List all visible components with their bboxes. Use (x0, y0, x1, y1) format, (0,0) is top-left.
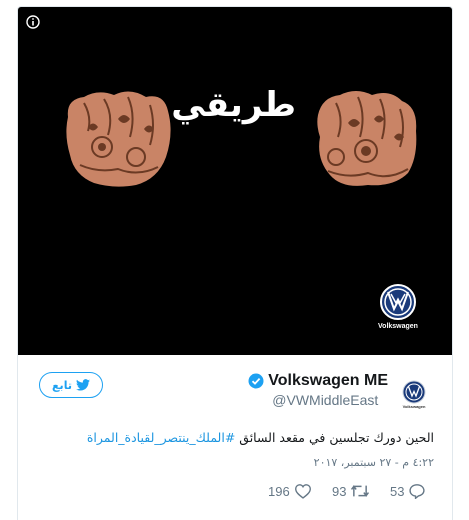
heart-icon (294, 484, 311, 499)
media-headline: طريقي (171, 85, 296, 125)
like-button[interactable]: 196 (268, 483, 312, 499)
tweet-timestamp[interactable]: ٤:٢٢ م - ٢٧ سبتمبر، ٢٠١٧ (314, 456, 434, 469)
media-brand-text: Volkswagen (378, 323, 418, 330)
reply-button[interactable]: 53 (390, 483, 426, 499)
follow-button-label: تابع (52, 378, 72, 392)
tweet-text: الحين دورك تجلسين في مقعد السائق #الملك_… (34, 430, 434, 445)
tweet-actions: 196 93 53 (18, 483, 452, 507)
follow-button[interactable]: تابع (39, 372, 103, 398)
tweet-body: تابع Volkswagen ME @VWMiddleEast Volkswa… (18, 355, 452, 520)
embedded-tweet-card: طريقي Volkswagen تابع Volkswagen ME @VWM… (17, 6, 453, 520)
media-artwork (66, 91, 417, 320)
verified-badge-icon (248, 373, 264, 389)
retweet-button[interactable]: 93 (332, 483, 370, 499)
left-henna-fist (66, 91, 171, 187)
like-count: 196 (268, 483, 290, 499)
reply-icon (409, 484, 426, 499)
avatar[interactable] (402, 380, 426, 404)
author-display-name[interactable]: Volkswagen ME (268, 372, 388, 390)
retweet-icon (351, 485, 370, 497)
volkswagen-logo-icon (380, 284, 416, 320)
right-henna-fist (317, 91, 417, 186)
author-handle[interactable]: @VWMiddleEast (272, 392, 378, 408)
tweet-media-image[interactable]: طريقي Volkswagen (18, 7, 452, 355)
tweet-author[interactable]: Volkswagen ME @VWMiddleEast (248, 372, 388, 408)
info-icon[interactable] (26, 15, 40, 29)
tweet-text-plain: الحين دورك تجلسين في مقعد السائق (235, 430, 434, 445)
reply-count: 53 (390, 483, 405, 499)
twitter-bird-icon (75, 379, 90, 391)
tweet-hashtag-link[interactable]: #الملك_ينتصر_لقيادة_المراة (87, 430, 235, 445)
retweet-count: 93 (332, 483, 347, 499)
avatar-caption: Volkswagen (402, 404, 426, 409)
